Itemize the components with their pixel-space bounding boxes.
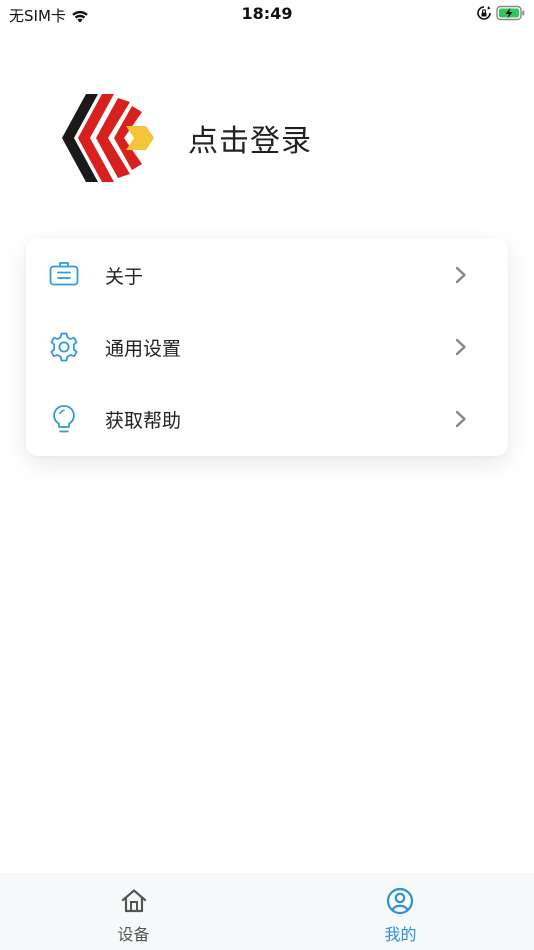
- chevron-right-icon: [455, 410, 466, 428]
- my-page-screen: 无SIM卡 18:49 点击登录 关于 通用设置 获取帮助 设备 我的: [0, 0, 534, 950]
- status-bar: 无SIM卡 18:49: [0, 0, 534, 30]
- gear-icon: [50, 332, 78, 362]
- tab-label: 设备: [117, 925, 150, 944]
- battery-charging-icon: [496, 5, 525, 21]
- brand-logo: [62, 94, 154, 182]
- tab-devices[interactable]: 设备: [0, 875, 267, 950]
- status-time: 18:49: [241, 4, 293, 23]
- login-prompt[interactable]: 点击登录: [188, 116, 312, 160]
- menu-item-label: 通用设置: [105, 337, 182, 360]
- chevron-right-icon: [455, 338, 466, 356]
- user-icon: [386, 887, 414, 915]
- menu-item-get-help[interactable]: 获取帮助: [26, 383, 508, 455]
- bottom-tab-bar: 设备 我的: [0, 874, 534, 950]
- chevron-right-icon: [455, 266, 466, 284]
- menu-item-label: 关于: [105, 265, 144, 288]
- about-icon: [49, 262, 79, 286]
- login-header[interactable]: 点击登录: [58, 90, 312, 186]
- status-indicators: [476, 5, 526, 21]
- lightbulb-icon: [53, 405, 75, 433]
- tab-label: 我的: [384, 925, 417, 944]
- tab-mine[interactable]: 我的: [267, 875, 534, 950]
- menu-item-label: 获取帮助: [105, 409, 182, 432]
- menu-item-general-settings[interactable]: 通用设置: [26, 311, 508, 383]
- home-icon: [121, 889, 147, 913]
- rotation-lock-icon: [477, 6, 491, 20]
- settings-menu-card: 关于 通用设置 获取帮助: [26, 238, 508, 456]
- menu-item-about[interactable]: 关于: [26, 239, 508, 311]
